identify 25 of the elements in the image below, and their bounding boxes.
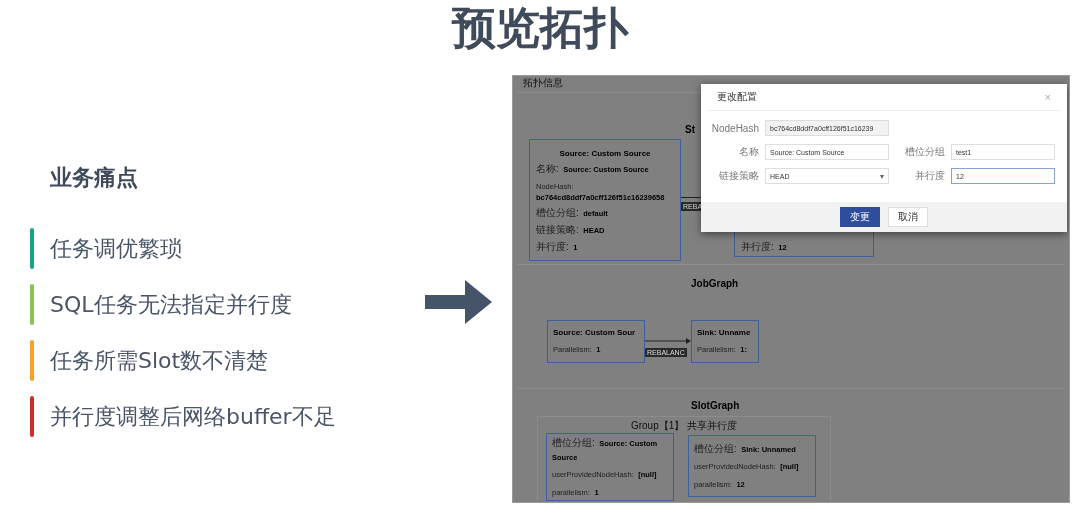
node-title: Source: Custom Sour bbox=[553, 327, 636, 338]
field-label: 链接策略 bbox=[718, 169, 759, 183]
group-label: Group【1】 共享并行度 bbox=[629, 419, 739, 433]
pain-point: 并行度调整后网络buffer不足 bbox=[50, 402, 336, 431]
field-label: 名称 bbox=[738, 145, 759, 159]
graph-title: SlotGraph bbox=[691, 400, 740, 411]
field-label: 槽位分组 bbox=[904, 145, 945, 159]
panel-header: 拓扑信息 bbox=[523, 76, 563, 89]
pain-point: SQL任务无法指定并行度 bbox=[50, 290, 292, 319]
edge-arrow bbox=[645, 338, 691, 344]
pain-point: 任务所需Slot数不清楚 bbox=[50, 346, 269, 375]
right-arrow-icon bbox=[425, 280, 492, 324]
pain-point: 任务调优繁琐 bbox=[50, 234, 182, 263]
field-label: 并行度 bbox=[914, 169, 945, 183]
node-title: Sink: Unname bbox=[697, 327, 751, 338]
node-title: Source: Custom Source bbox=[559, 148, 651, 159]
section-heading: 业务痛点 bbox=[50, 164, 138, 192]
slide-title: 预览拓扑 bbox=[450, 1, 630, 55]
confirm-button[interactable]: 变更 bbox=[840, 207, 880, 227]
cancel-button[interactable]: 取消 bbox=[888, 207, 928, 227]
dialog-title: 更改配置 bbox=[717, 90, 757, 104]
graph-title: St bbox=[685, 124, 695, 135]
field-label: NodeHash bbox=[711, 122, 759, 134]
caret-icon: ▾ bbox=[880, 171, 884, 181]
graph-title: JobGraph bbox=[691, 278, 739, 289]
